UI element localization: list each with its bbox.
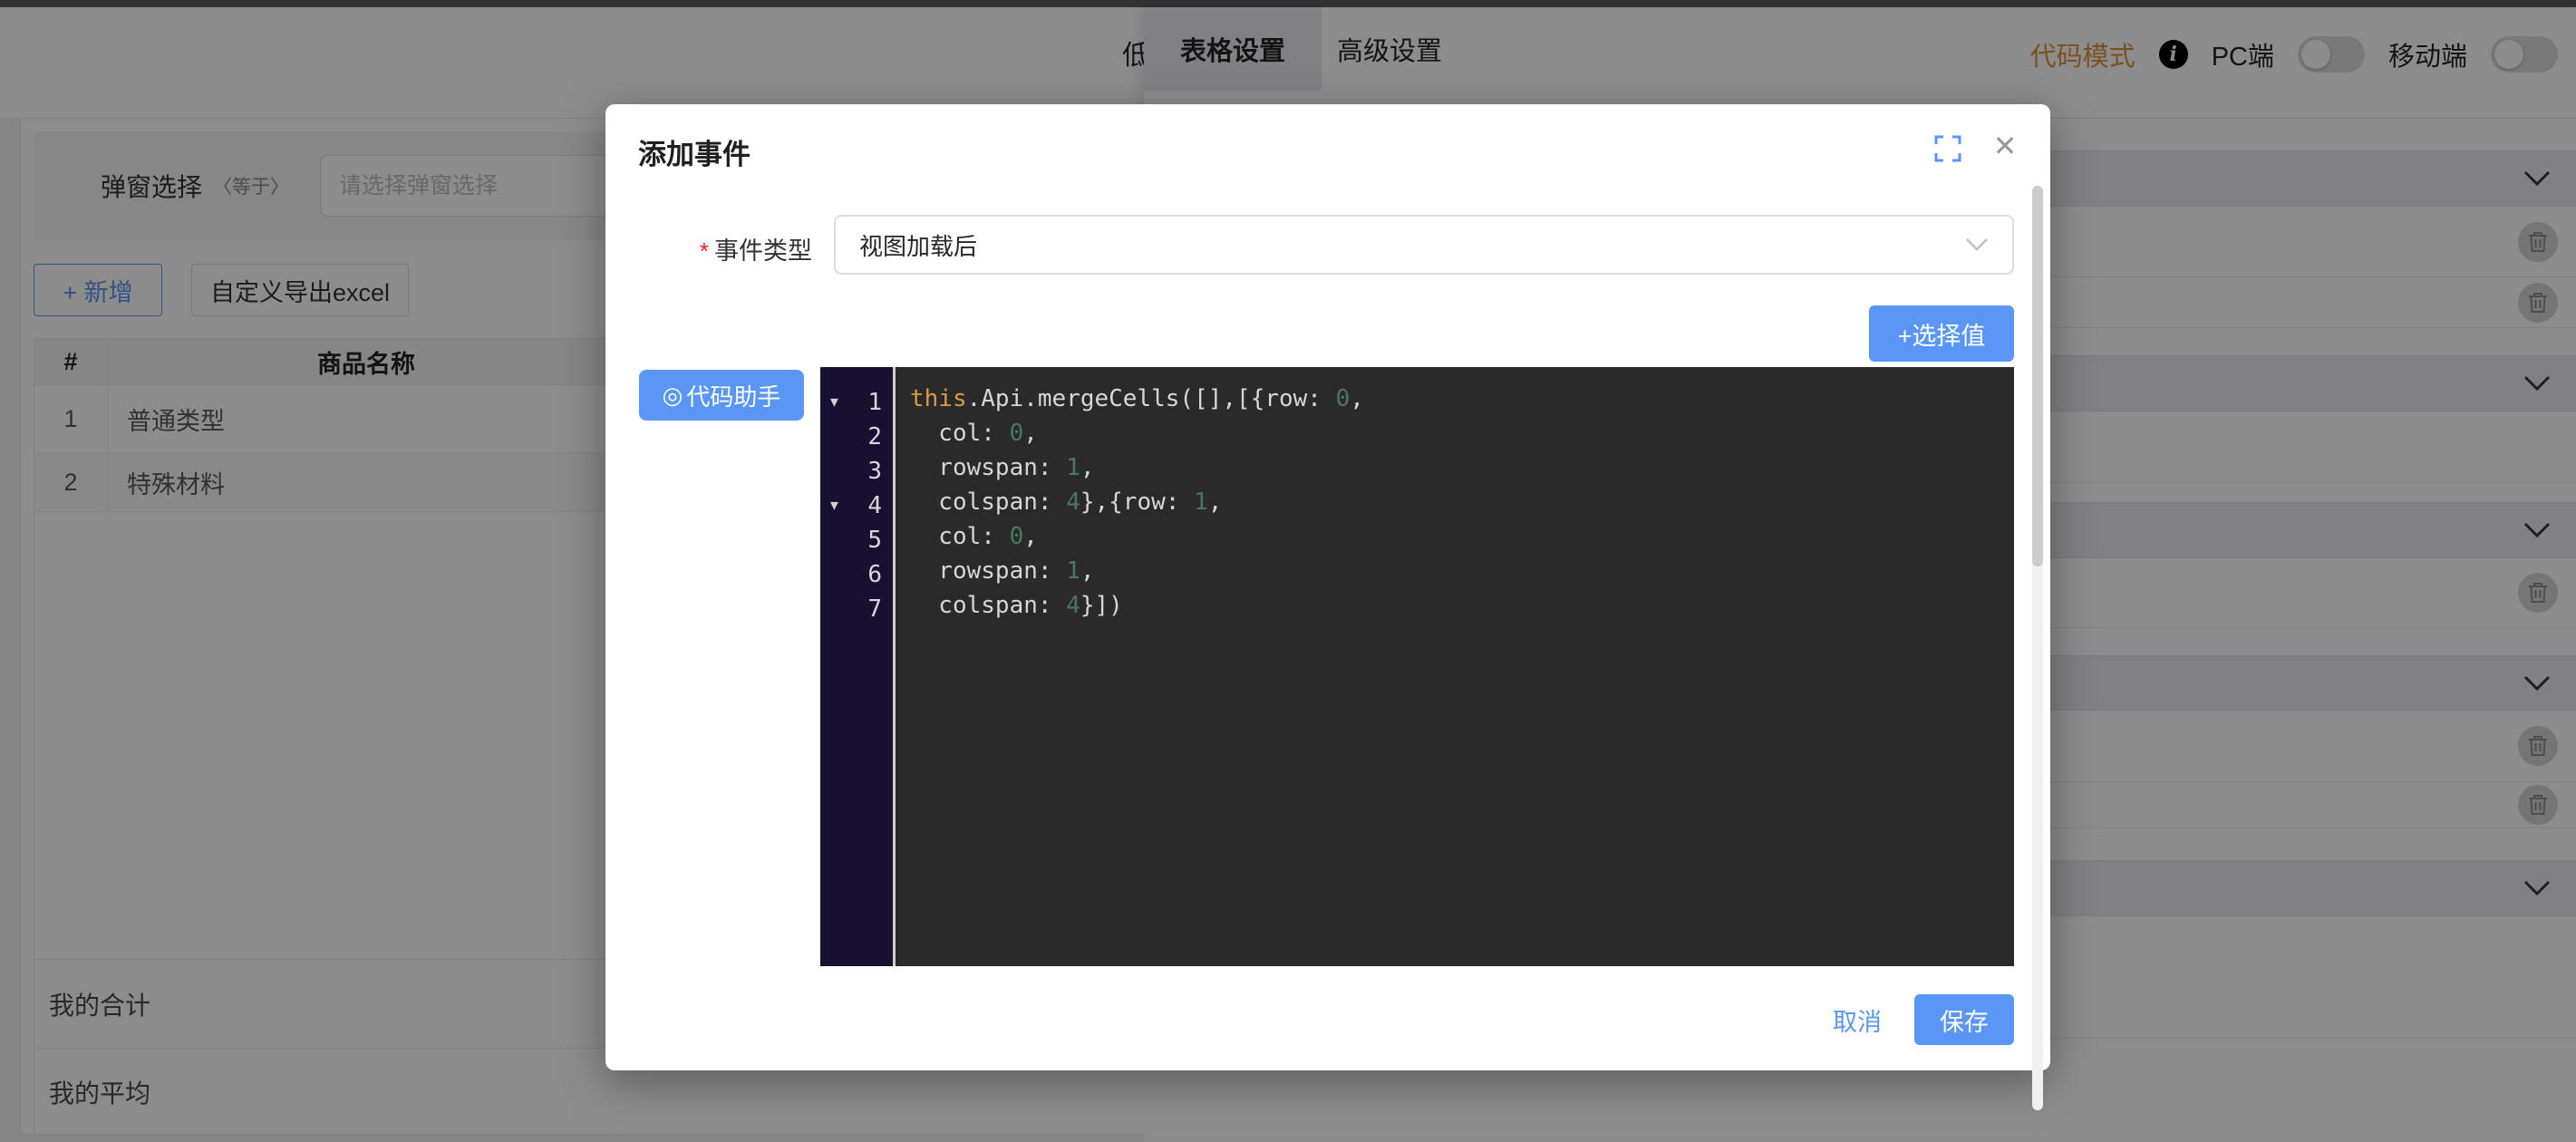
fold-arrow-icon[interactable]: ▼ — [828, 395, 841, 411]
choose-value-button[interactable]: +选择值 — [1869, 305, 2014, 362]
add-event-modal: 添加事件 ✕ *事件类型 视图加载后 +选择值 ◎ 代码助手 ▼ 1 2 3 ▼ 4 5 6 7… — [605, 104, 2050, 1070]
close-icon[interactable]: ✕ — [1987, 128, 2023, 164]
code-line: rowspan: 1, — [910, 454, 2014, 489]
line-number: 4 — [867, 492, 882, 519]
code-line: this.Api.mergeCells([],[{row: 0, — [910, 385, 2014, 420]
line-number: 1 — [867, 389, 882, 416]
editor-code-area[interactable]: this.Api.mergeCells([],[{row: 0, col: 0,… — [896, 367, 2014, 966]
code-assistant-button[interactable]: ◎ 代码助手 — [639, 370, 804, 421]
chevron-down-icon — [1965, 237, 1989, 252]
code-line: rowspan: 1, — [910, 557, 2014, 592]
code-line: col: 0, — [910, 523, 2014, 557]
line-number: 3 — [867, 458, 882, 485]
required-mark: * — [700, 237, 709, 265]
fold-arrow-icon[interactable]: ▼ — [828, 498, 841, 514]
event-type-label: *事件类型 — [605, 231, 812, 266]
cancel-button[interactable]: 取消 — [1833, 1002, 1882, 1038]
modal-footer: 取消 保存 — [1833, 994, 2014, 1045]
code-line: colspan: 4},{row: 1, — [910, 489, 2014, 523]
save-button[interactable]: 保存 — [1914, 994, 2014, 1045]
code-editor[interactable]: ▼ 1 2 3 ▼ 4 5 6 7 this.Api.mergeCells([],[{row: … — [820, 367, 2014, 966]
screen: 低 表格设置 高级设置 代码模式 i PC端 移动端 弹窗选择 〈等于〉 + 新… — [0, 0, 2576, 1142]
code-assistant-label: 代码助手 — [686, 379, 780, 412]
line-number: 7 — [867, 595, 882, 623]
code-line: colspan: 4}]) — [910, 592, 2014, 626]
editor-gutter: ▼ 1 2 3 ▼ 4 5 6 7 — [820, 367, 893, 966]
event-type-value: 视图加载后 — [859, 228, 1965, 262]
event-type-select[interactable]: 视图加载后 — [834, 215, 2014, 275]
modal-scrollbar-thumb[interactable] — [2032, 186, 2043, 566]
line-number: 6 — [867, 561, 882, 588]
code-assistant-icon: ◎ — [663, 382, 683, 410]
code-line: col: 0, — [910, 420, 2014, 454]
line-number: 2 — [867, 423, 882, 450]
fullscreen-icon[interactable] — [1934, 135, 1961, 162]
line-number: 5 — [867, 527, 882, 554]
modal-title: 添加事件 — [638, 131, 751, 172]
